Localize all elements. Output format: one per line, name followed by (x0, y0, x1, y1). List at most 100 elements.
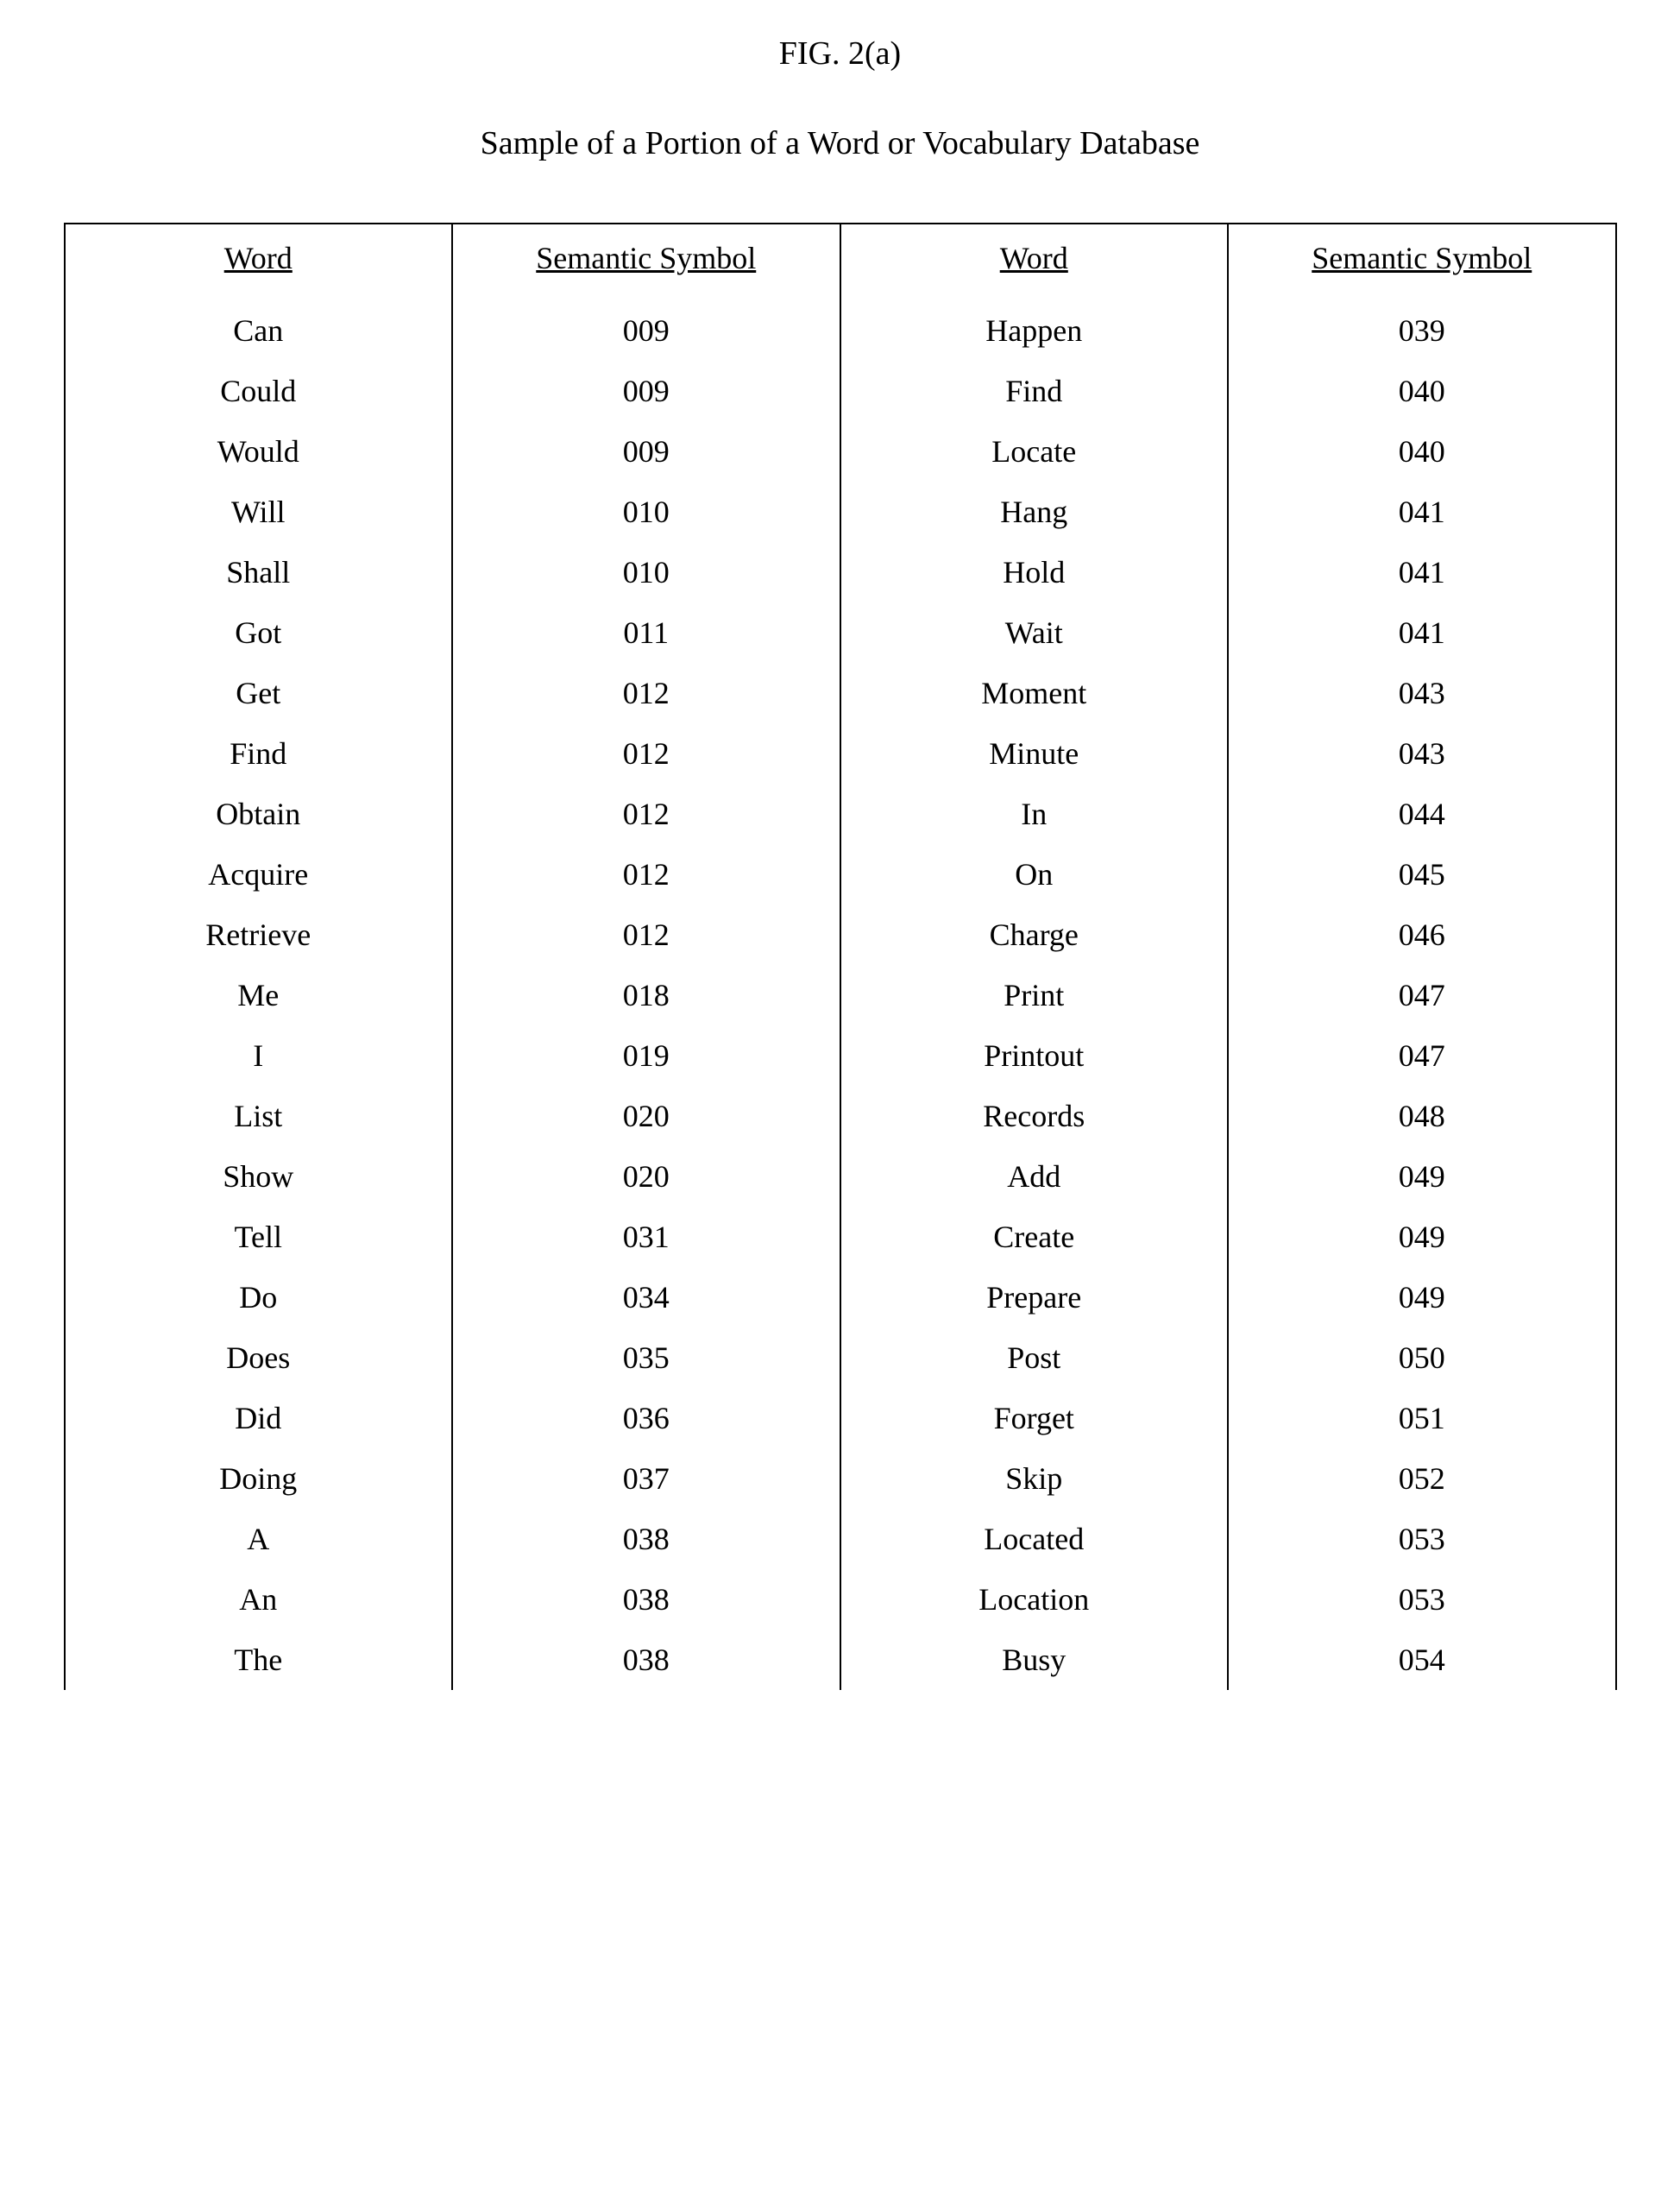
cell-word-left: Does (65, 1327, 453, 1388)
cell-word-left: I (65, 1025, 453, 1086)
table-row: Got011Wait041 (65, 602, 1616, 663)
table-row: Did036Forget051 (65, 1388, 1616, 1448)
cell-symbol-left: 011 (452, 602, 840, 663)
cell-word-right: Prepare (840, 1267, 1229, 1327)
cell-symbol-right: 041 (1228, 602, 1616, 663)
table-row: I019Printout047 (65, 1025, 1616, 1086)
cell-word-left: Got (65, 602, 453, 663)
cell-symbol-right: 043 (1228, 663, 1616, 723)
cell-symbol-right: 045 (1228, 844, 1616, 905)
table-row: Get012Moment043 (65, 663, 1616, 723)
cell-word-right: Location (840, 1569, 1229, 1630)
cell-symbol-left: 038 (452, 1569, 840, 1630)
cell-word-right: Post (840, 1327, 1229, 1388)
cell-symbol-right: 040 (1228, 421, 1616, 482)
cell-symbol-left: 038 (452, 1630, 840, 1690)
table-row: Would009Locate040 (65, 421, 1616, 482)
cell-symbol-right: 053 (1228, 1569, 1616, 1630)
table-row: A038Located053 (65, 1509, 1616, 1569)
vocabulary-table: Word Semantic Symbol Word Semantic Symbo… (64, 223, 1617, 1690)
column-header-word-right: Word (840, 224, 1229, 300)
cell-word-right: Print (840, 965, 1229, 1025)
cell-symbol-right: 040 (1228, 361, 1616, 421)
cell-word-left: Shall (65, 542, 453, 602)
cell-word-left: Show (65, 1146, 453, 1207)
cell-word-right: Happen (840, 300, 1229, 361)
page-title: Sample of a Portion of a Word or Vocabul… (64, 124, 1617, 162)
cell-symbol-right: 049 (1228, 1267, 1616, 1327)
cell-symbol-left: 009 (452, 361, 840, 421)
cell-word-right: Hold (840, 542, 1229, 602)
cell-symbol-right: 044 (1228, 784, 1616, 844)
cell-symbol-left: 034 (452, 1267, 840, 1327)
cell-symbol-right: 041 (1228, 542, 1616, 602)
cell-symbol-right: 047 (1228, 1025, 1616, 1086)
cell-word-left: Doing (65, 1448, 453, 1509)
table-header-row: Word Semantic Symbol Word Semantic Symbo… (65, 224, 1616, 300)
cell-word-right: On (840, 844, 1229, 905)
cell-word-left: Retrieve (65, 905, 453, 965)
cell-word-right: In (840, 784, 1229, 844)
table-row: Acquire012On045 (65, 844, 1616, 905)
cell-symbol-right: 039 (1228, 300, 1616, 361)
cell-symbol-left: 012 (452, 784, 840, 844)
table-row: Show020Add049 (65, 1146, 1616, 1207)
table-row: Shall010Hold041 (65, 542, 1616, 602)
table-row: Tell031Create049 (65, 1207, 1616, 1267)
cell-symbol-right: 050 (1228, 1327, 1616, 1388)
table-row: Obtain012In044 (65, 784, 1616, 844)
cell-symbol-right: 051 (1228, 1388, 1616, 1448)
cell-symbol-left: 035 (452, 1327, 840, 1388)
cell-symbol-right: 048 (1228, 1086, 1616, 1146)
table-row: List020Records048 (65, 1086, 1616, 1146)
cell-word-right: Locate (840, 421, 1229, 482)
cell-symbol-left: 012 (452, 844, 840, 905)
cell-word-left: Get (65, 663, 453, 723)
column-header-symbol-right: Semantic Symbol (1228, 224, 1616, 300)
cell-symbol-right: 043 (1228, 723, 1616, 784)
cell-symbol-left: 012 (452, 905, 840, 965)
figure-label: FIG. 2(a) (64, 35, 1617, 73)
cell-word-right: Hang (840, 482, 1229, 542)
cell-symbol-right: 049 (1228, 1207, 1616, 1267)
cell-word-right: Located (840, 1509, 1229, 1569)
cell-word-left: Me (65, 965, 453, 1025)
cell-symbol-left: 010 (452, 482, 840, 542)
cell-symbol-left: 012 (452, 723, 840, 784)
cell-word-left: An (65, 1569, 453, 1630)
table-row: Find012Minute043 (65, 723, 1616, 784)
cell-word-right: Busy (840, 1630, 1229, 1690)
cell-word-right: Create (840, 1207, 1229, 1267)
cell-word-right: Wait (840, 602, 1229, 663)
cell-word-left: Find (65, 723, 453, 784)
cell-word-right: Forget (840, 1388, 1229, 1448)
cell-symbol-right: 054 (1228, 1630, 1616, 1690)
cell-word-right: Find (840, 361, 1229, 421)
table-row: The038Busy054 (65, 1630, 1616, 1690)
cell-word-left: List (65, 1086, 453, 1146)
cell-word-right: Printout (840, 1025, 1229, 1086)
cell-word-left: Would (65, 421, 453, 482)
cell-word-right: Minute (840, 723, 1229, 784)
cell-symbol-left: 020 (452, 1086, 840, 1146)
cell-symbol-right: 041 (1228, 482, 1616, 542)
cell-symbol-right: 052 (1228, 1448, 1616, 1509)
cell-symbol-left: 010 (452, 542, 840, 602)
table-row: Do034Prepare049 (65, 1267, 1616, 1327)
cell-word-left: Do (65, 1267, 453, 1327)
cell-word-left: The (65, 1630, 453, 1690)
cell-symbol-right: 049 (1228, 1146, 1616, 1207)
cell-symbol-left: 037 (452, 1448, 840, 1509)
column-header-symbol-left: Semantic Symbol (452, 224, 840, 300)
cell-symbol-left: 009 (452, 421, 840, 482)
cell-word-left: Could (65, 361, 453, 421)
cell-word-left: Tell (65, 1207, 453, 1267)
cell-symbol-left: 038 (452, 1509, 840, 1569)
table-row: Will010Hang041 (65, 482, 1616, 542)
cell-symbol-left: 009 (452, 300, 840, 361)
cell-symbol-left: 012 (452, 663, 840, 723)
cell-word-left: A (65, 1509, 453, 1569)
cell-word-right: Skip (840, 1448, 1229, 1509)
cell-word-right: Moment (840, 663, 1229, 723)
table-row: Retrieve012Charge046 (65, 905, 1616, 965)
